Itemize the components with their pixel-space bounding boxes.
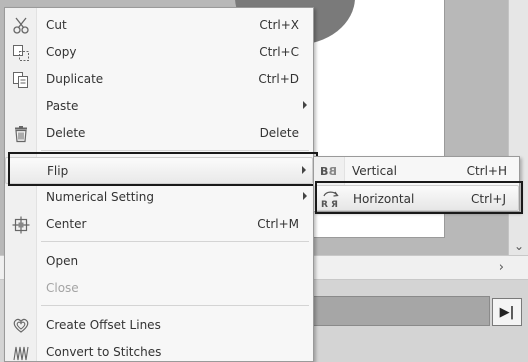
menu-item-label: Delete — [46, 126, 86, 140]
skip-to-end-icon: ▶| — [499, 304, 515, 320]
menu-item-shortcut: Ctrl+X — [259, 18, 299, 32]
menu-item-delete[interactable]: Delete Delete — [5, 120, 313, 147]
flip-vertical-icon: BB — [317, 161, 343, 181]
timeline-track[interactable] — [300, 296, 490, 326]
submenu-arrow-icon — [303, 101, 307, 109]
menu-item-copy[interactable]: Copy Ctrl+C — [5, 39, 313, 66]
menu-item-label: Open — [46, 254, 79, 268]
menu-item-convert-to-stitches[interactable]: Convert to Stitches — [5, 339, 313, 362]
submenu-arrow-icon — [303, 192, 307, 200]
menu-separator — [41, 305, 309, 306]
svg-text:B: B — [329, 165, 337, 178]
menu-item-label: Copy — [46, 45, 77, 59]
menu-item-shortcut: Ctrl+M — [257, 217, 299, 231]
menu-item-close: Close — [5, 275, 313, 302]
menu-item-label: Convert to Stitches — [46, 345, 162, 359]
menu-item-label: Duplicate — [46, 72, 104, 86]
menu-item-label: Close — [46, 281, 79, 295]
menu-item-duplicate[interactable]: Duplicate Ctrl+D — [5, 66, 313, 93]
stitches-icon — [11, 343, 31, 362]
scroll-down-icon[interactable]: ⌄ — [509, 239, 528, 253]
vertical-scrollbar[interactable]: ⌄ — [508, 0, 528, 255]
menu-item-shortcut: Ctrl+C — [259, 45, 299, 59]
svg-text:B: B — [320, 165, 328, 178]
menu-item-create-offset-lines[interactable]: Create Offset Lines — [5, 312, 313, 339]
menu-item-cut[interactable]: Cut Ctrl+X — [5, 12, 313, 39]
center-icon — [11, 215, 31, 235]
copy-icon — [11, 43, 31, 63]
offset-lines-icon — [11, 316, 31, 336]
menu-item-shortcut: Delete — [259, 126, 299, 140]
flip-highlight-frame — [8, 152, 318, 186]
menu-separator — [41, 241, 309, 242]
menu-item-numerical-setting[interactable]: Numerical Setting — [5, 184, 313, 211]
duplicate-icon — [11, 70, 31, 90]
trash-icon — [11, 124, 31, 144]
menu-item-label: Cut — [46, 18, 67, 32]
submenu-item-label: Vertical — [352, 164, 397, 178]
menu-separator — [41, 150, 309, 151]
horizontal-highlight-frame — [315, 181, 523, 214]
menu-item-open[interactable]: Open — [5, 248, 313, 275]
skip-to-end-button[interactable]: ▶| — [492, 298, 522, 326]
menu-item-label: Paste — [46, 99, 79, 113]
scissors-icon — [11, 16, 31, 36]
menu-item-label: Center — [46, 217, 87, 231]
menu-item-paste[interactable]: Paste — [5, 93, 313, 120]
scroll-right-icon[interactable]: › — [499, 260, 504, 275]
menu-item-center[interactable]: Center Ctrl+M — [5, 211, 313, 238]
menu-item-shortcut: Ctrl+D — [258, 72, 299, 86]
menu-item-label: Create Offset Lines — [46, 318, 161, 332]
submenu-item-shortcut: Ctrl+H — [466, 164, 507, 178]
menu-item-label: Numerical Setting — [46, 190, 154, 204]
